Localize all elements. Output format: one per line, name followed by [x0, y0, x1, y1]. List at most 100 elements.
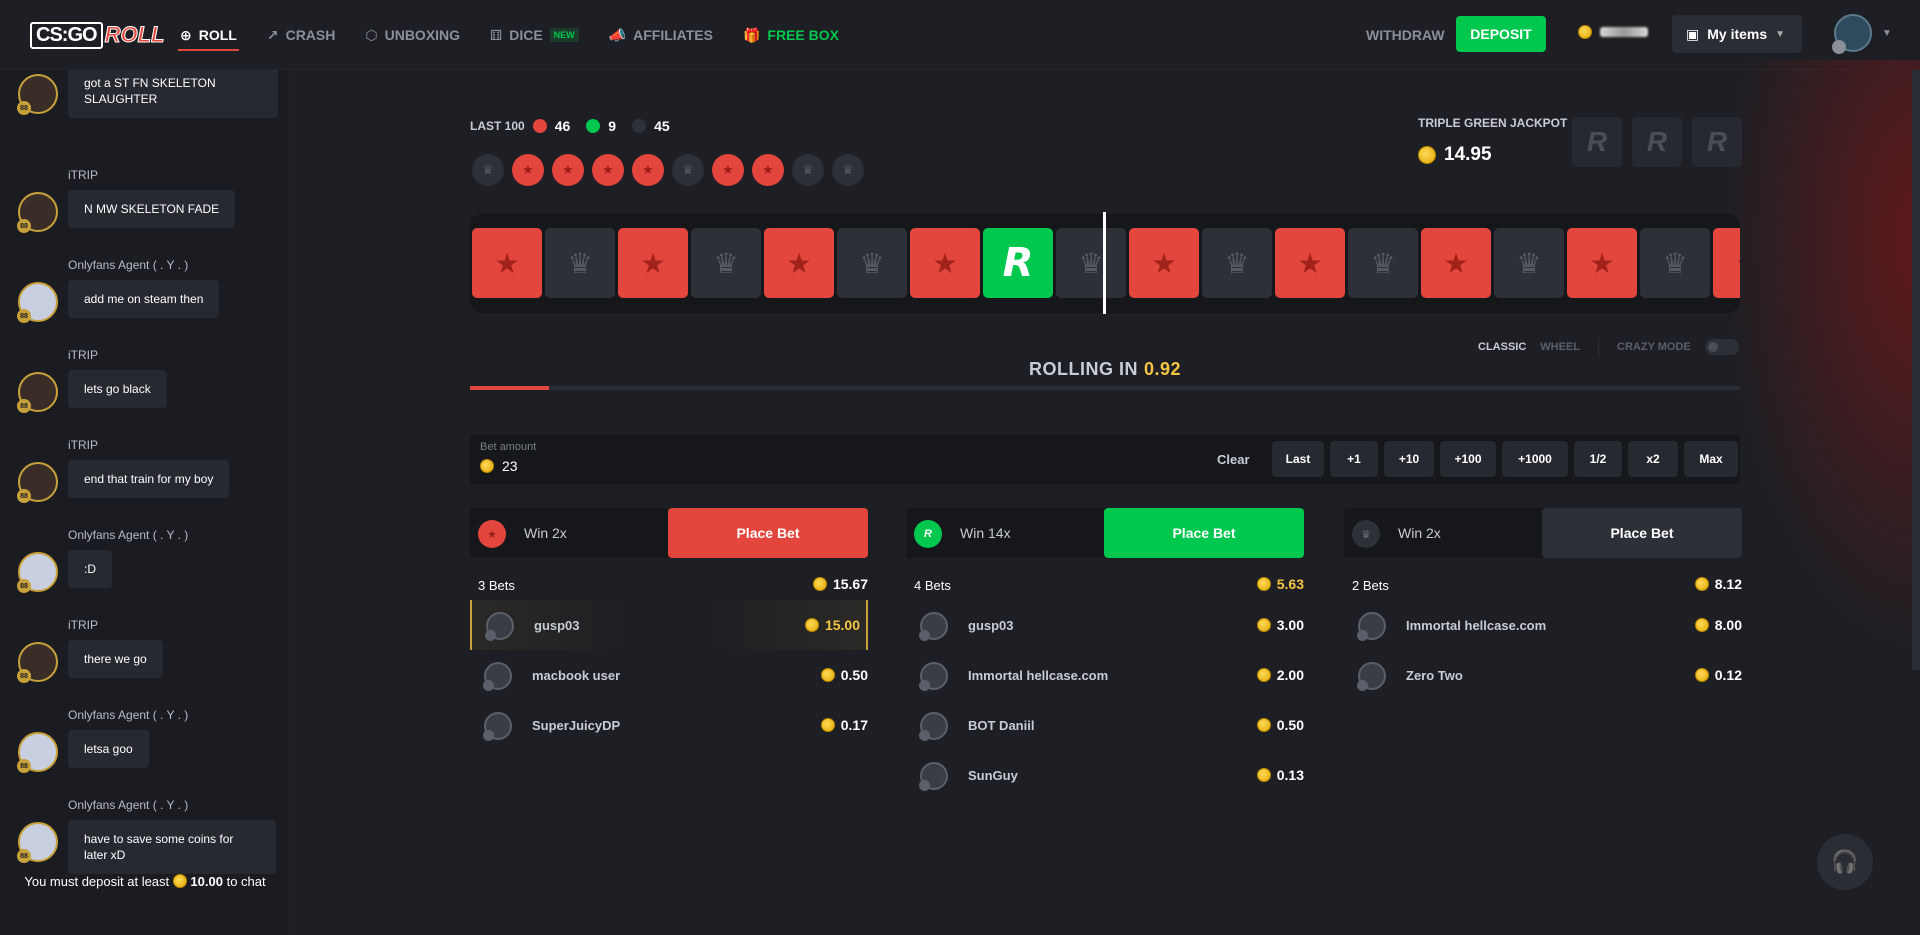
place-bet-button[interactable]: Place Bet: [668, 508, 868, 558]
chat-avatar[interactable]: 88: [17, 732, 58, 773]
player-avatar[interactable]: [483, 662, 512, 691]
mode-classic-tab[interactable]: CLASSIC: [1478, 341, 1526, 353]
chat-username[interactable]: Onlyfans Agent ( . Y . ): [68, 528, 188, 542]
player-name[interactable]: Immortal hellcase.com: [968, 668, 1108, 683]
dice-icon: ⚅: [490, 26, 503, 43]
player-avatar[interactable]: [1357, 662, 1386, 691]
roller-track: ★♛★♛★♛★R♛★♛★♛★♛★♛★: [472, 228, 1740, 298]
quick-bet-button[interactable]: +1: [1330, 441, 1378, 477]
player-name[interactable]: SunGuy: [968, 768, 1018, 783]
chat-username[interactable]: iTRIP: [68, 168, 98, 182]
bet-column: R Win 14x Place Bet 4 Bets 5.63 gusp03 3.00 Imm…: [906, 508, 1304, 800]
nav-affiliates[interactable]: 📣 AFFILIATES: [609, 0, 713, 70]
bet-total: 8.12: [1694, 576, 1742, 592]
my-items-button[interactable]: ▣ My items ▼: [1672, 15, 1802, 53]
bet-amount-input[interactable]: 23: [480, 458, 518, 474]
roller-tile-red: ★: [1713, 228, 1740, 298]
place-bet-button[interactable]: Place Bet: [1104, 508, 1304, 558]
coin-icon: [820, 718, 835, 732]
quick-bet-button[interactable]: x2: [1628, 441, 1678, 477]
place-bet-button[interactable]: Place Bet: [1542, 508, 1742, 558]
user-avatar[interactable]: [1832, 14, 1872, 54]
roller-tile-red: ★: [764, 228, 834, 298]
crazy-mode-switch[interactable]: [1704, 339, 1739, 355]
page-scrollbar[interactable]: [1912, 70, 1920, 670]
mode-wheel-tab[interactable]: WHEEL: [1540, 341, 1580, 353]
quick-bet-button[interactable]: Last: [1272, 441, 1324, 477]
chat-username[interactable]: iTRIP: [68, 438, 98, 452]
roller-tile-red: ★: [910, 228, 980, 298]
main-nav: ⊕ ROLL ↗ CRASH ⬡ UNBOXING ⚅ DICE NEW 📣 AFFILIATES 🎁…: [178, 0, 839, 70]
table-row: Immortal hellcase.com 8.00: [1344, 600, 1742, 650]
chat-avatar[interactable]: 88: [17, 372, 58, 413]
player-name[interactable]: macbook user: [532, 668, 620, 683]
chat-username[interactable]: Onlyfans Agent ( . Y . ): [68, 798, 188, 812]
chat-min-deposit: 10.00: [190, 874, 223, 889]
quick-bet-button[interactable]: 1/2: [1574, 441, 1622, 477]
player-avatar[interactable]: [919, 762, 948, 791]
nav-unboxing[interactable]: ⬡ UNBOXING: [365, 0, 460, 70]
chat-username[interactable]: iTRIP: [68, 348, 98, 362]
nav-label: FREE BOX: [767, 27, 839, 43]
t-logo-icon: ★: [478, 520, 506, 548]
table-row: gusp03 3.00: [906, 600, 1304, 650]
support-headset-button[interactable]: 🎧: [1817, 834, 1873, 890]
quick-bet-button[interactable]: +1000: [1502, 441, 1568, 477]
chat-username[interactable]: Onlyfans Agent ( . Y . ): [68, 258, 188, 272]
chat-avatar[interactable]: 88: [17, 462, 58, 503]
nav-dice[interactable]: ⚅ DICE NEW: [490, 0, 579, 70]
clear-button[interactable]: Clear: [1217, 452, 1250, 467]
chat-username[interactable]: Onlyfans Agent ( . Y . ): [68, 708, 188, 722]
table-row: Immortal hellcase.com 2.00: [906, 650, 1304, 700]
player-avatar[interactable]: [919, 712, 948, 741]
logo-cs-text: CS:GO: [30, 21, 103, 49]
t-logo-icon: ★: [552, 154, 584, 186]
chat-avatar[interactable]: 88: [17, 822, 58, 863]
table-row: Zero Two 0.12: [1344, 650, 1742, 700]
player-avatar[interactable]: [485, 612, 514, 641]
chat-avatar[interactable]: 88: [17, 642, 58, 683]
coin-icon: [812, 577, 827, 591]
player-avatar[interactable]: [919, 612, 948, 641]
chat-avatar[interactable]: 88: [17, 282, 58, 323]
player-name[interactable]: SuperJuicyDP: [532, 718, 620, 733]
bet-column: ♛ Win 2x Place Bet 2 Bets 8.12 Immortal hellc…: [1344, 508, 1742, 700]
nav-free-box[interactable]: 🎁 FREE BOX: [743, 0, 839, 70]
chat-avatar[interactable]: 88: [17, 552, 58, 593]
site-logo[interactable]: CS:GO ROLL: [30, 18, 165, 52]
deposit-button[interactable]: DEPOSIT: [1456, 16, 1546, 52]
quick-bet-button[interactable]: +100: [1440, 441, 1496, 477]
player-name[interactable]: Zero Two: [1406, 668, 1463, 683]
player-avatar[interactable]: [483, 712, 512, 741]
nav-crash[interactable]: ↗ CRASH: [267, 0, 336, 70]
coin-icon: [172, 874, 187, 888]
chart-icon: ↗: [266, 26, 279, 43]
ct-logo-icon: ♛: [1352, 520, 1380, 548]
player-avatar[interactable]: [919, 662, 948, 691]
player-name[interactable]: Immortal hellcase.com: [1406, 618, 1546, 633]
chat-avatar[interactable]: 88: [17, 74, 58, 115]
t-logo-icon: ★: [592, 154, 624, 186]
quick-bet-button[interactable]: Max: [1684, 441, 1738, 477]
chevron-down-icon: ▼: [1775, 28, 1786, 40]
chat-username[interactable]: iTRIP: [68, 618, 98, 632]
player-name[interactable]: gusp03: [534, 618, 580, 633]
megaphone-icon: 📣: [608, 26, 627, 43]
last-100-label: LAST 100: [470, 119, 525, 133]
withdraw-link[interactable]: WITHDRAW: [1366, 27, 1445, 43]
player-avatar[interactable]: [1357, 612, 1386, 641]
player-name[interactable]: BOT Daniil: [968, 718, 1034, 733]
chat-sidebar: got a ST FN SKELETON SLAUGHTER 88 iTRIP N M…: [0, 70, 290, 935]
divider: [1598, 337, 1600, 357]
bet-count: 4 Bets: [914, 578, 951, 593]
profile-chevron-icon[interactable]: ▼: [1882, 28, 1892, 39]
t-logo-icon: ★: [632, 154, 664, 186]
coin-icon: [1694, 618, 1709, 632]
chat-avatar[interactable]: 88: [17, 192, 58, 233]
bet-amount-bar: Bet amount 23 Clear Last +1 +10 +100 +1000 1/…: [470, 434, 1740, 484]
quick-bet-button[interactable]: +10: [1384, 441, 1434, 477]
nav-roll[interactable]: ⊕ ROLL: [178, 0, 239, 70]
player-name[interactable]: gusp03: [968, 618, 1014, 633]
roller-tile-dark: ♛: [1202, 228, 1272, 298]
bet-count-row: 3 Bets 15.67: [470, 570, 868, 600]
